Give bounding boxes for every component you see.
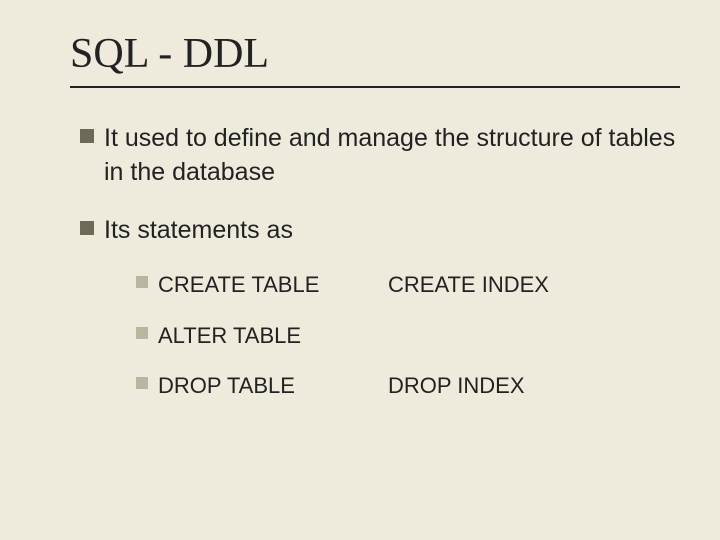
sub-bullet-item: DROP TABLE DROP INDEX <box>136 372 680 401</box>
two-column-row: DROP TABLE DROP INDEX <box>158 372 568 401</box>
statement-right: DROP INDEX <box>388 372 568 401</box>
content-area: It used to define and manage the structu… <box>80 122 680 401</box>
square-bullet-icon <box>136 276 148 288</box>
sub-bullet-item: ALTER TABLE <box>136 322 680 351</box>
square-bullet-icon <box>80 221 94 235</box>
bullet-item-1: It used to define and manage the structu… <box>80 122 680 190</box>
square-bullet-icon <box>136 377 148 389</box>
two-column-row: CREATE TABLE CREATE INDEX <box>158 271 568 300</box>
statement-left: ALTER TABLE <box>158 322 388 351</box>
square-bullet-icon <box>136 327 148 339</box>
statement-right <box>388 322 568 351</box>
slide-title: SQL - DDL <box>70 30 680 78</box>
bullet-item-2: Its statements as <box>80 214 680 248</box>
bullet-text: Its statements as <box>104 214 293 248</box>
square-bullet-icon <box>80 129 94 143</box>
title-underline <box>70 86 680 88</box>
two-column-row: ALTER TABLE <box>158 322 568 351</box>
sub-bullet-group: CREATE TABLE CREATE INDEX ALTER TABLE DR… <box>136 271 680 401</box>
slide: SQL - DDL It used to define and manage t… <box>0 0 720 540</box>
statement-right: CREATE INDEX <box>388 271 568 300</box>
statement-left: CREATE TABLE <box>158 271 388 300</box>
bullet-text: It used to define and manage the structu… <box>104 122 680 190</box>
sub-bullet-item: CREATE TABLE CREATE INDEX <box>136 271 680 300</box>
statement-left: DROP TABLE <box>158 372 388 401</box>
